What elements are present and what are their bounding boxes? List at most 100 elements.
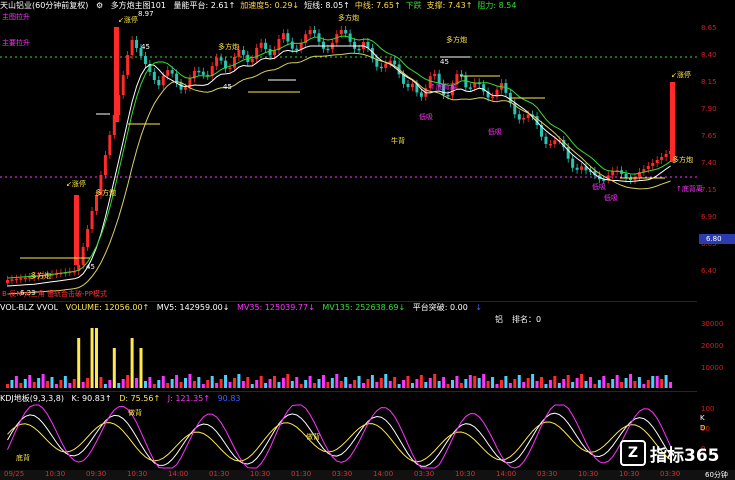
volume-bar (620, 382, 624, 388)
volume-bar (339, 381, 343, 388)
volume-bar (513, 379, 517, 388)
volume-bar (273, 376, 276, 388)
volume-bar (281, 378, 285, 388)
label-duofangpao-5: 多方炮 (672, 156, 693, 164)
volume-bar (362, 383, 365, 388)
logo-mark: Z (620, 440, 646, 466)
candle-body (517, 114, 521, 120)
volume-bar (215, 383, 219, 388)
candle-body (281, 33, 285, 39)
volume-bar (192, 381, 196, 388)
limit-up-candle-3 (670, 82, 675, 162)
volume-bar (228, 382, 232, 388)
volume-bar (103, 384, 107, 388)
candle-body (161, 75, 165, 86)
candle-body (268, 49, 272, 56)
candle-body (143, 56, 147, 64)
volume-bar (46, 381, 50, 388)
period-label[interactable]: 60分钟 (705, 470, 728, 480)
candle-body (468, 87, 472, 89)
time-tick-15: 10:30 (619, 470, 640, 478)
volume-bar (348, 384, 352, 388)
volume-bar (210, 376, 214, 388)
kdj-label-d: D (700, 424, 706, 432)
volume-bar (317, 379, 321, 388)
candle-body (19, 278, 23, 280)
volume-bar (277, 382, 281, 388)
candle-body (215, 57, 219, 67)
kdj-label-cao-2: 做背 (306, 433, 320, 441)
volume-bar (108, 380, 112, 388)
label-45-1: 45 (141, 43, 150, 51)
volume-bar (268, 379, 272, 388)
volume-bar (593, 384, 597, 388)
candle-body (23, 277, 27, 280)
volume-bar (584, 381, 588, 388)
volume-bar (295, 377, 299, 388)
candle-body (384, 63, 388, 68)
label-weilou: 低吸 (604, 194, 618, 202)
chart-canvas (0, 26, 697, 469)
candle-body (126, 55, 130, 75)
time-tick-14: 10:30 (578, 470, 599, 478)
volume-bar (557, 383, 561, 388)
candle-body (393, 60, 397, 65)
candle-body (357, 48, 361, 51)
candle-body (646, 166, 650, 169)
volume-bar (161, 376, 165, 388)
volume-bar (184, 378, 187, 388)
label-high-price: 8.97 (138, 10, 154, 18)
volume-bar (437, 381, 441, 388)
volume-bar (531, 374, 535, 388)
label-dijin-2: 低吸 (419, 113, 433, 121)
label-zhangting-3: ↙涨停 (671, 71, 691, 79)
volume-bar (446, 384, 450, 388)
volume-bar (6, 384, 9, 388)
volume-bar (255, 380, 259, 388)
volume-bar (384, 374, 388, 388)
time-tick-2: 09:30 (86, 470, 107, 478)
volume-bar (379, 378, 383, 388)
volume-bar (72, 379, 76, 388)
candle-body (433, 73, 437, 77)
volume-bar (370, 375, 374, 388)
candle-body (353, 41, 357, 49)
volume-bar (575, 378, 579, 388)
volume-bar (68, 383, 72, 388)
candle-body (290, 41, 294, 49)
volume-bar (606, 383, 610, 388)
volume-bar (571, 382, 575, 388)
volume-bar (166, 383, 170, 388)
volume-bar (313, 383, 317, 388)
label-duofangpao-2: 多方炮 (218, 43, 239, 51)
time-tick-4: 14:00 (168, 470, 189, 478)
candle-body (232, 56, 236, 68)
volume-bar (50, 377, 54, 388)
candle-body (108, 135, 112, 155)
volume-bar (23, 379, 27, 388)
volume-bar (112, 348, 116, 388)
label-dijin-1: 低吸 (488, 128, 502, 136)
volume-bar (629, 374, 632, 388)
candle-body (629, 178, 632, 180)
candle-body (6, 280, 9, 283)
volume-bar (135, 378, 139, 388)
volume-bar (250, 384, 254, 388)
volume-bar (335, 374, 339, 388)
label-duofangpao-6: 多方炮 (95, 189, 116, 197)
time-axis: 60分钟 09/25 10:30 09:30 10:30 14:00 01:30 10:30… (0, 470, 735, 480)
candle-body (166, 70, 170, 76)
volume-bar (41, 374, 45, 388)
candle-body (135, 40, 139, 48)
volume-bar (553, 376, 557, 388)
volume-bar (286, 374, 290, 388)
limit-up-candle (114, 27, 119, 122)
volume-bar (442, 377, 446, 388)
volume-bar (597, 380, 601, 388)
candle-body (228, 67, 232, 70)
label-bottom-note: B-反N 大三角 慢轨合击破-PP模式 (2, 290, 107, 298)
volume-bar (264, 383, 268, 388)
candle-body (553, 140, 557, 144)
volume-bar (615, 375, 619, 388)
label-niushi: 牛背 (391, 137, 405, 145)
